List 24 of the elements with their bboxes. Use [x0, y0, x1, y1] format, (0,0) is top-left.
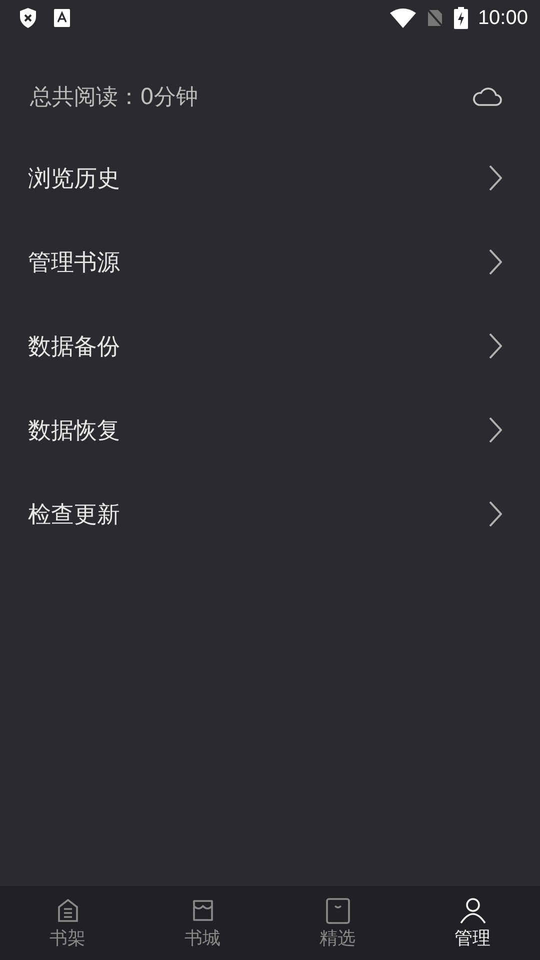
bag-icon — [324, 896, 352, 924]
battery-icon — [454, 7, 468, 29]
chevron-right-icon — [488, 333, 502, 359]
status-time: 10:00 — [478, 6, 528, 30]
no-sim-icon — [426, 8, 444, 28]
chevron-right-icon — [488, 417, 502, 443]
menu-item[interactable]: 数据备份 — [0, 304, 540, 388]
chevron-right-icon — [488, 249, 502, 275]
nav-tab[interactable]: 书城 — [135, 886, 270, 960]
chevron-right-icon — [488, 501, 502, 527]
wifi-icon — [390, 8, 416, 28]
nav-tab[interactable]: 精选 — [270, 886, 405, 960]
keyboard-icon — [54, 9, 70, 27]
menu-item[interactable]: 数据恢复 — [0, 388, 540, 472]
nav-tab[interactable]: 书架 — [0, 886, 135, 960]
menu-item[interactable]: 管理书源 — [0, 220, 540, 304]
cloud-icon[interactable] — [472, 87, 502, 107]
chevron-right-icon — [488, 165, 502, 191]
total-reading-text: 总共阅读：0分钟 — [30, 84, 198, 112]
menu-item[interactable]: 检查更新 — [0, 472, 540, 556]
shield-icon — [18, 7, 38, 29]
nav-tab[interactable]: 管理 — [405, 886, 540, 960]
user-icon — [458, 896, 486, 924]
menu-item[interactable]: 浏览历史 — [0, 136, 540, 220]
